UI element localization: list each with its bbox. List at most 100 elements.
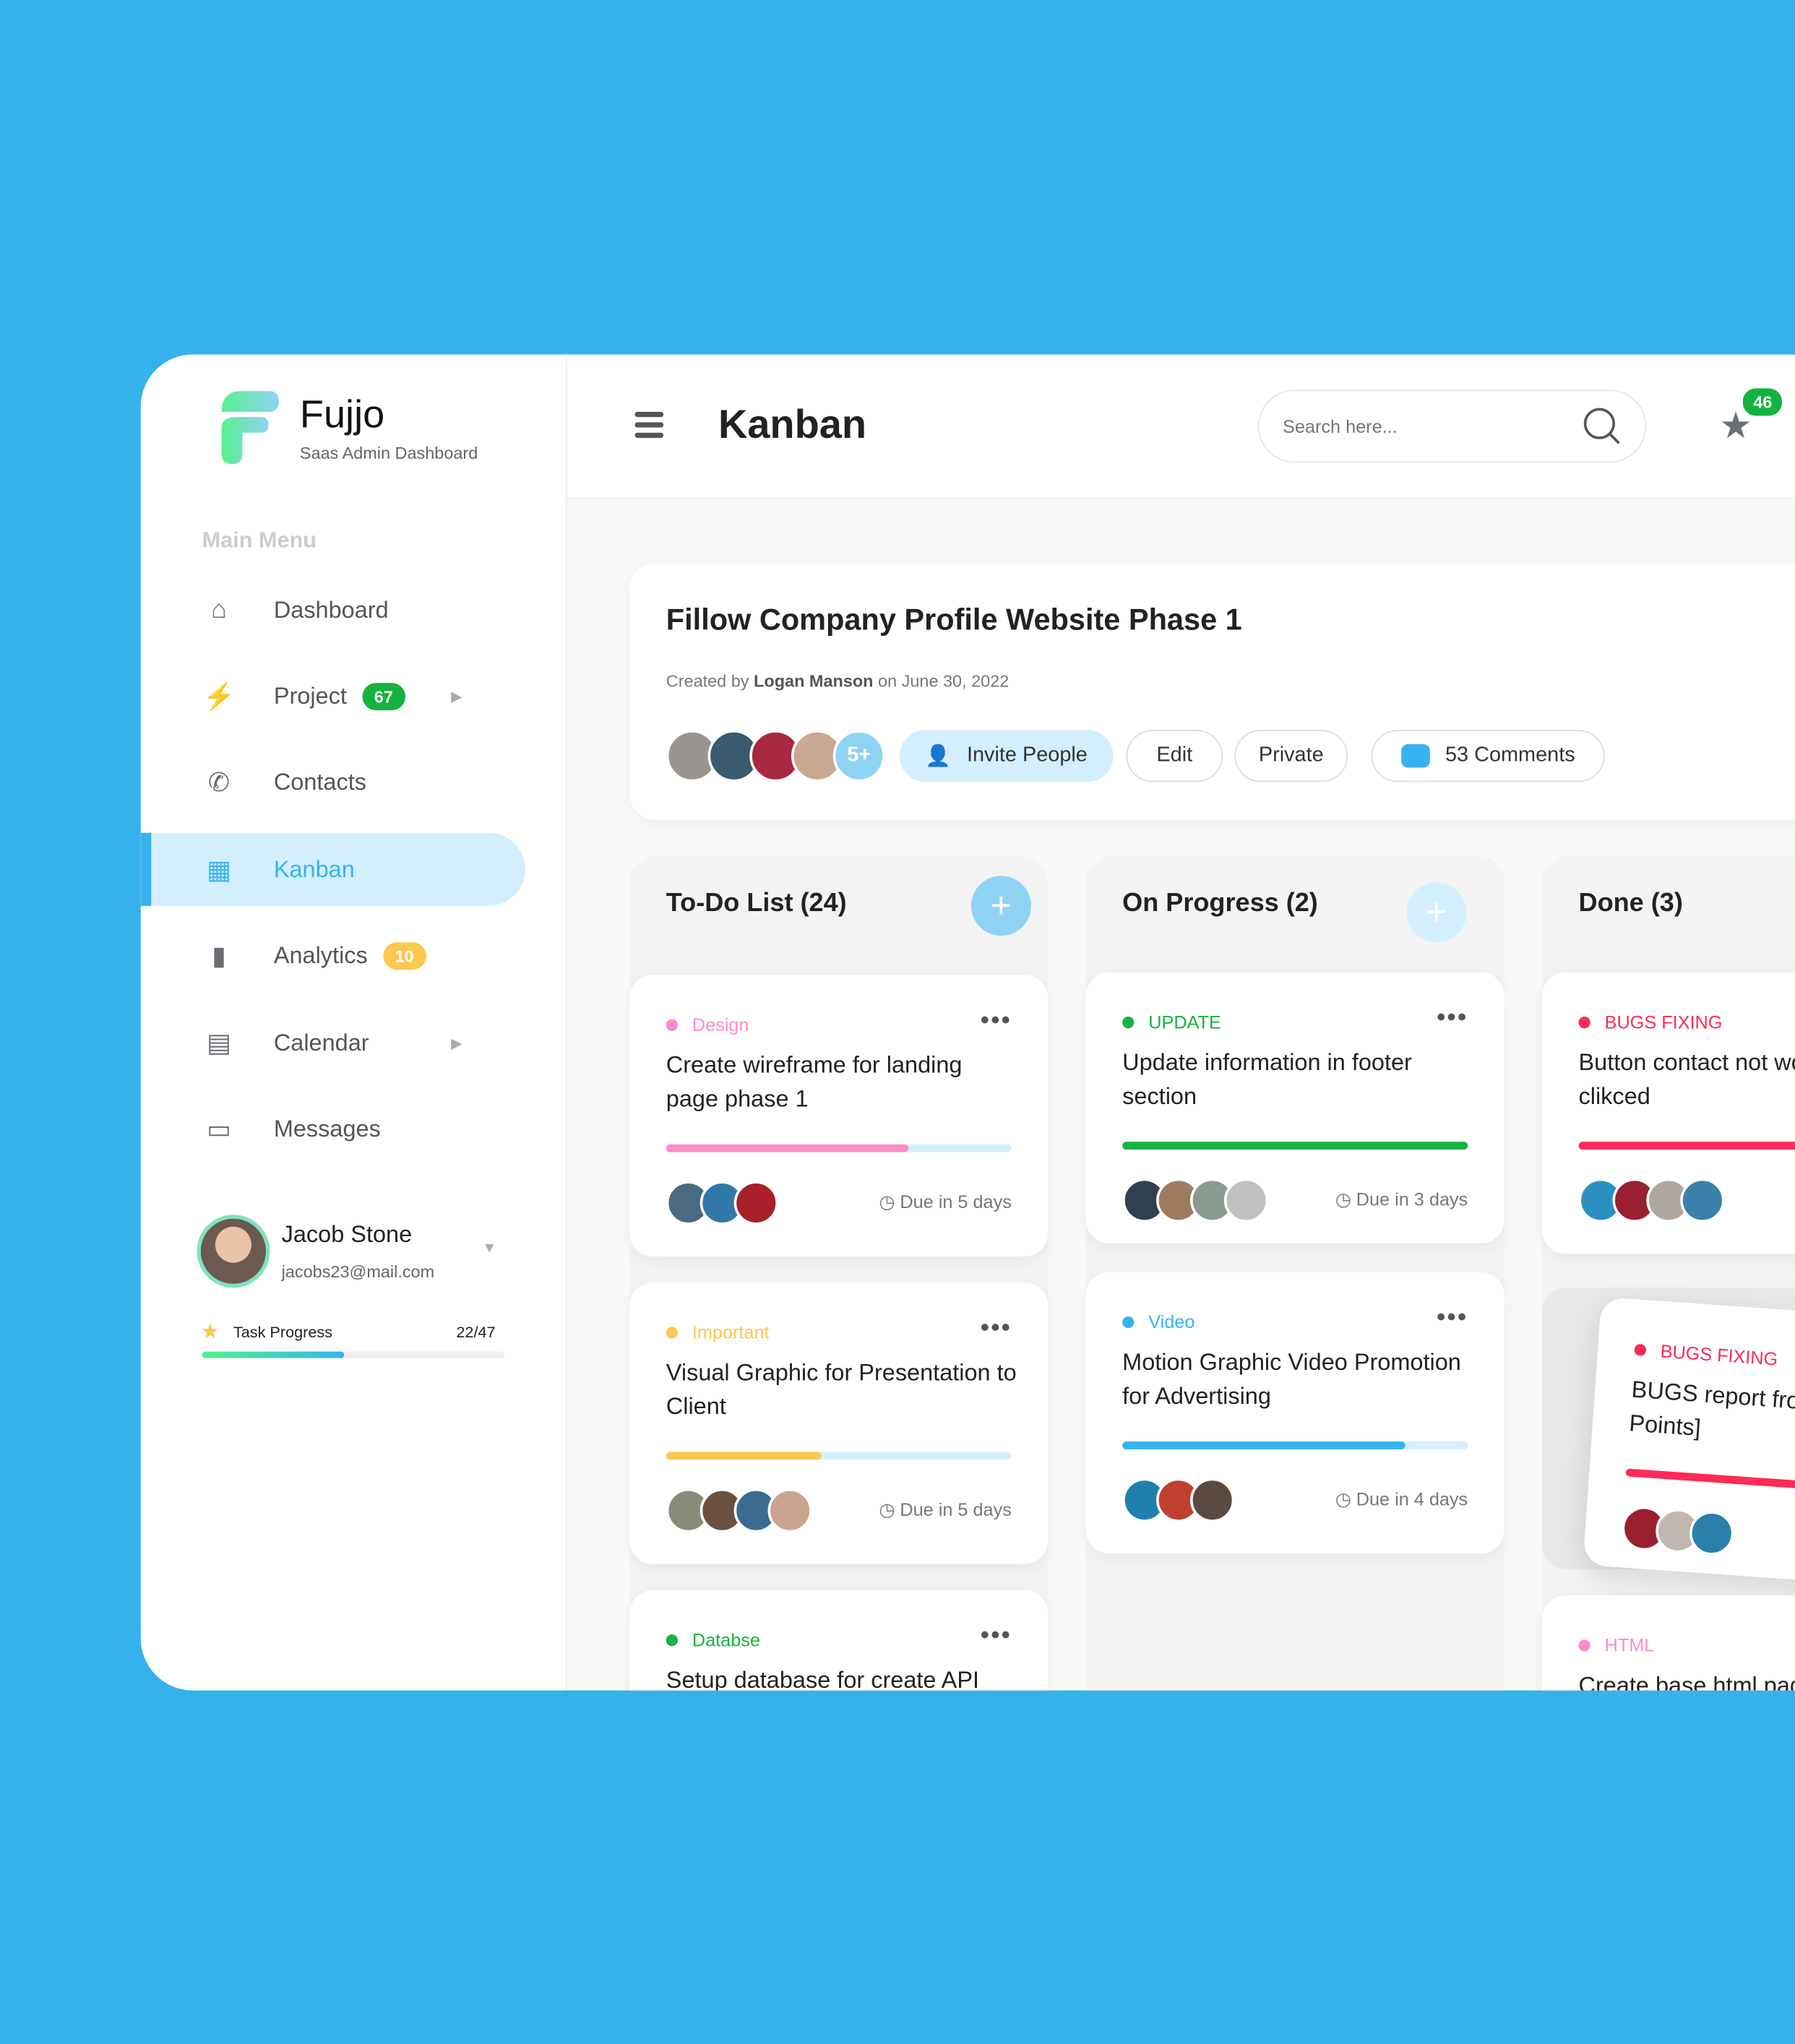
kanban-card[interactable]: Video ••• Motion Graphic Video Promotion… xyxy=(1085,1272,1505,1554)
page-title: Kanban xyxy=(718,401,867,447)
tag-label: UPDATE xyxy=(1148,1011,1221,1032)
tag-label: Databse xyxy=(692,1629,760,1650)
tag-dot-icon xyxy=(1634,1342,1647,1356)
card-tag: HTML xyxy=(1578,1634,1655,1655)
user-menu-chevron-icon[interactable]: ▼ xyxy=(482,1241,496,1256)
due-label: Due in 5 days xyxy=(900,1191,1012,1212)
kanban-column: Done (3) BUGS FIXING ••• Button contact n… xyxy=(1542,856,1795,1691)
more-options-icon[interactable]: ••• xyxy=(1437,1303,1468,1333)
search-icon[interactable] xyxy=(1583,407,1622,446)
user-avatar[interactable] xyxy=(197,1215,270,1288)
avatar xyxy=(1223,1178,1269,1223)
card-title: Create wireframe for landing page phase … xyxy=(666,1051,963,1112)
due-date: ◷ Due in 5 days xyxy=(879,1191,1012,1212)
sidebar-item-label: Project xyxy=(273,683,347,710)
sidebar-item-dashboard[interactable]: ⌂ Dashboard xyxy=(141,574,515,647)
add-card-button[interactable]: + xyxy=(1406,882,1467,943)
sidebar-item-analytics[interactable]: ▮ Analytics 10 xyxy=(141,920,515,993)
more-options-icon[interactable]: ••• xyxy=(981,1314,1012,1343)
sidebar-item-project[interactable]: ⚡ Project 67 ▶ xyxy=(141,660,515,733)
chevron-right-icon[interactable]: ▶ xyxy=(451,688,462,705)
project-title: Fillow Company Profile Website Phase 1 xyxy=(666,602,1242,637)
tag-dot-icon xyxy=(666,1326,679,1338)
sidebar-item-calendar[interactable]: ▤ Calendar ▶ xyxy=(141,1006,515,1079)
kanban-column: On Progress (2) + UPDATE ••• Update inform… xyxy=(1085,856,1505,1691)
due-label: Due in 3 days xyxy=(1356,1189,1468,1210)
due-label: Due in 5 days xyxy=(900,1498,1012,1520)
card-progress-bar xyxy=(1625,1468,1795,1501)
tag-dot-icon xyxy=(1578,1016,1590,1028)
more-options-icon[interactable]: ••• xyxy=(981,1006,1012,1036)
tag-label: Design xyxy=(692,1014,749,1035)
card-tag: UPDATE xyxy=(1122,1012,1221,1032)
card-avatars[interactable] xyxy=(1620,1504,1736,1557)
card-title: Update information in footer section xyxy=(1122,1049,1412,1110)
kanban-card[interactable]: Design ••• Create wireframe for landing … xyxy=(629,975,1049,1256)
due-date: ◷ Due in 5 days xyxy=(879,1498,1012,1520)
bar-chart-icon: ▮ xyxy=(212,942,226,972)
card-avatars[interactable] xyxy=(666,1488,812,1533)
more-options-icon[interactable]: ••• xyxy=(981,1621,1012,1651)
sidebar-badge: 10 xyxy=(383,942,426,970)
private-button[interactable]: Private xyxy=(1234,730,1348,782)
card-tag: Important xyxy=(666,1321,770,1342)
avatar xyxy=(1189,1478,1235,1522)
sidebar-item-label: Analytics xyxy=(273,942,368,969)
member-avatars[interactable]: 5+ xyxy=(666,730,885,782)
tag-dot-icon xyxy=(1578,1639,1590,1651)
sidebar-item-label: Kanban xyxy=(273,855,355,882)
avatar xyxy=(733,1181,778,1225)
comments-label: 53 Comments xyxy=(1445,744,1575,767)
hamburger-menu-icon[interactable] xyxy=(634,412,664,439)
add-user-icon: 👤 xyxy=(925,745,952,768)
search-input[interactable] xyxy=(1283,415,1544,437)
card-tag: Design xyxy=(666,1014,749,1035)
invite-people-button[interactable]: 👤 Invite People xyxy=(899,730,1114,782)
card-progress-bar xyxy=(666,1452,1012,1460)
kanban-card[interactable]: Important ••• Visual Graphic for Present… xyxy=(629,1282,1049,1564)
edit-button[interactable]: Edit xyxy=(1126,730,1223,782)
user-email: jacobs23@mail.com xyxy=(281,1262,435,1282)
card-tag: BUGS FIXING xyxy=(1578,1012,1722,1032)
star-icon: ★ xyxy=(200,1321,220,1344)
tag-label: Video xyxy=(1148,1311,1195,1332)
card-title: Setup database for create API xyxy=(666,1667,980,1691)
sidebar-item-label: Dashboard xyxy=(273,596,389,623)
sidebar-item-contacts[interactable]: ✆ Contacts xyxy=(141,746,515,819)
column-title: To-Do List (24) xyxy=(666,889,847,918)
kanban-card[interactable]: Databse ••• Setup database for create AP… xyxy=(629,1590,1049,1691)
add-card-button[interactable]: + xyxy=(970,876,1031,936)
comment-icon xyxy=(1400,744,1430,768)
more-members-badge[interactable]: 5+ xyxy=(832,730,885,782)
column-title: Done (3) xyxy=(1578,889,1683,918)
app-window: Fujjo Saas Admin Dashboard Main Menu ⌂ Da… xyxy=(140,354,1795,1691)
project-author[interactable]: Logan Manson xyxy=(754,671,873,691)
chevron-right-icon[interactable]: ▶ xyxy=(451,1034,462,1051)
kanban-card[interactable]: UPDATE ••• Update information in footer … xyxy=(1085,972,1505,1243)
phone-icon: ✆ xyxy=(207,769,231,798)
sidebar-item-messages[interactable]: ▭ Messages xyxy=(141,1092,515,1165)
tag-label: HTML xyxy=(1604,1634,1655,1655)
card-avatars[interactable] xyxy=(666,1181,778,1225)
card-progress-bar xyxy=(1122,1441,1468,1449)
tag-label: BUGS FIXING xyxy=(1659,1340,1779,1370)
task-progress-bar xyxy=(202,1351,505,1358)
comments-button[interactable]: 53 Comments xyxy=(1371,730,1605,782)
due-date: ◷ Due in 4 days xyxy=(1335,1488,1468,1509)
avatar xyxy=(767,1488,812,1533)
search-box[interactable] xyxy=(1257,389,1647,463)
more-options-icon[interactable]: ••• xyxy=(1437,1004,1468,1033)
sidebar-item-kanban[interactable]: ▦ Kanban xyxy=(140,833,525,907)
card-tag: BUGS FIXING xyxy=(1634,1338,1778,1369)
header: Kanban ★ 46 xyxy=(567,354,1795,499)
card-avatars[interactable] xyxy=(1122,1178,1269,1223)
grid-icon: ▦ xyxy=(207,855,232,885)
sidebar-item-label: Messages xyxy=(273,1115,381,1142)
card-avatars[interactable] xyxy=(1578,1178,1725,1223)
card-avatars[interactable] xyxy=(1122,1478,1235,1522)
kanban-card[interactable]: BUGS FIXING ••• Button contact not worki… xyxy=(1542,972,1795,1254)
kanban-card[interactable]: HTML ••• Create base html page xyxy=(1542,1595,1795,1691)
tag-dot-icon xyxy=(666,1018,679,1030)
kanban-card-dragging[interactable]: BUGS FIXING BUGS report from customer [2… xyxy=(1583,1296,1795,1595)
sidebar-item-label: Contacts xyxy=(273,769,366,795)
